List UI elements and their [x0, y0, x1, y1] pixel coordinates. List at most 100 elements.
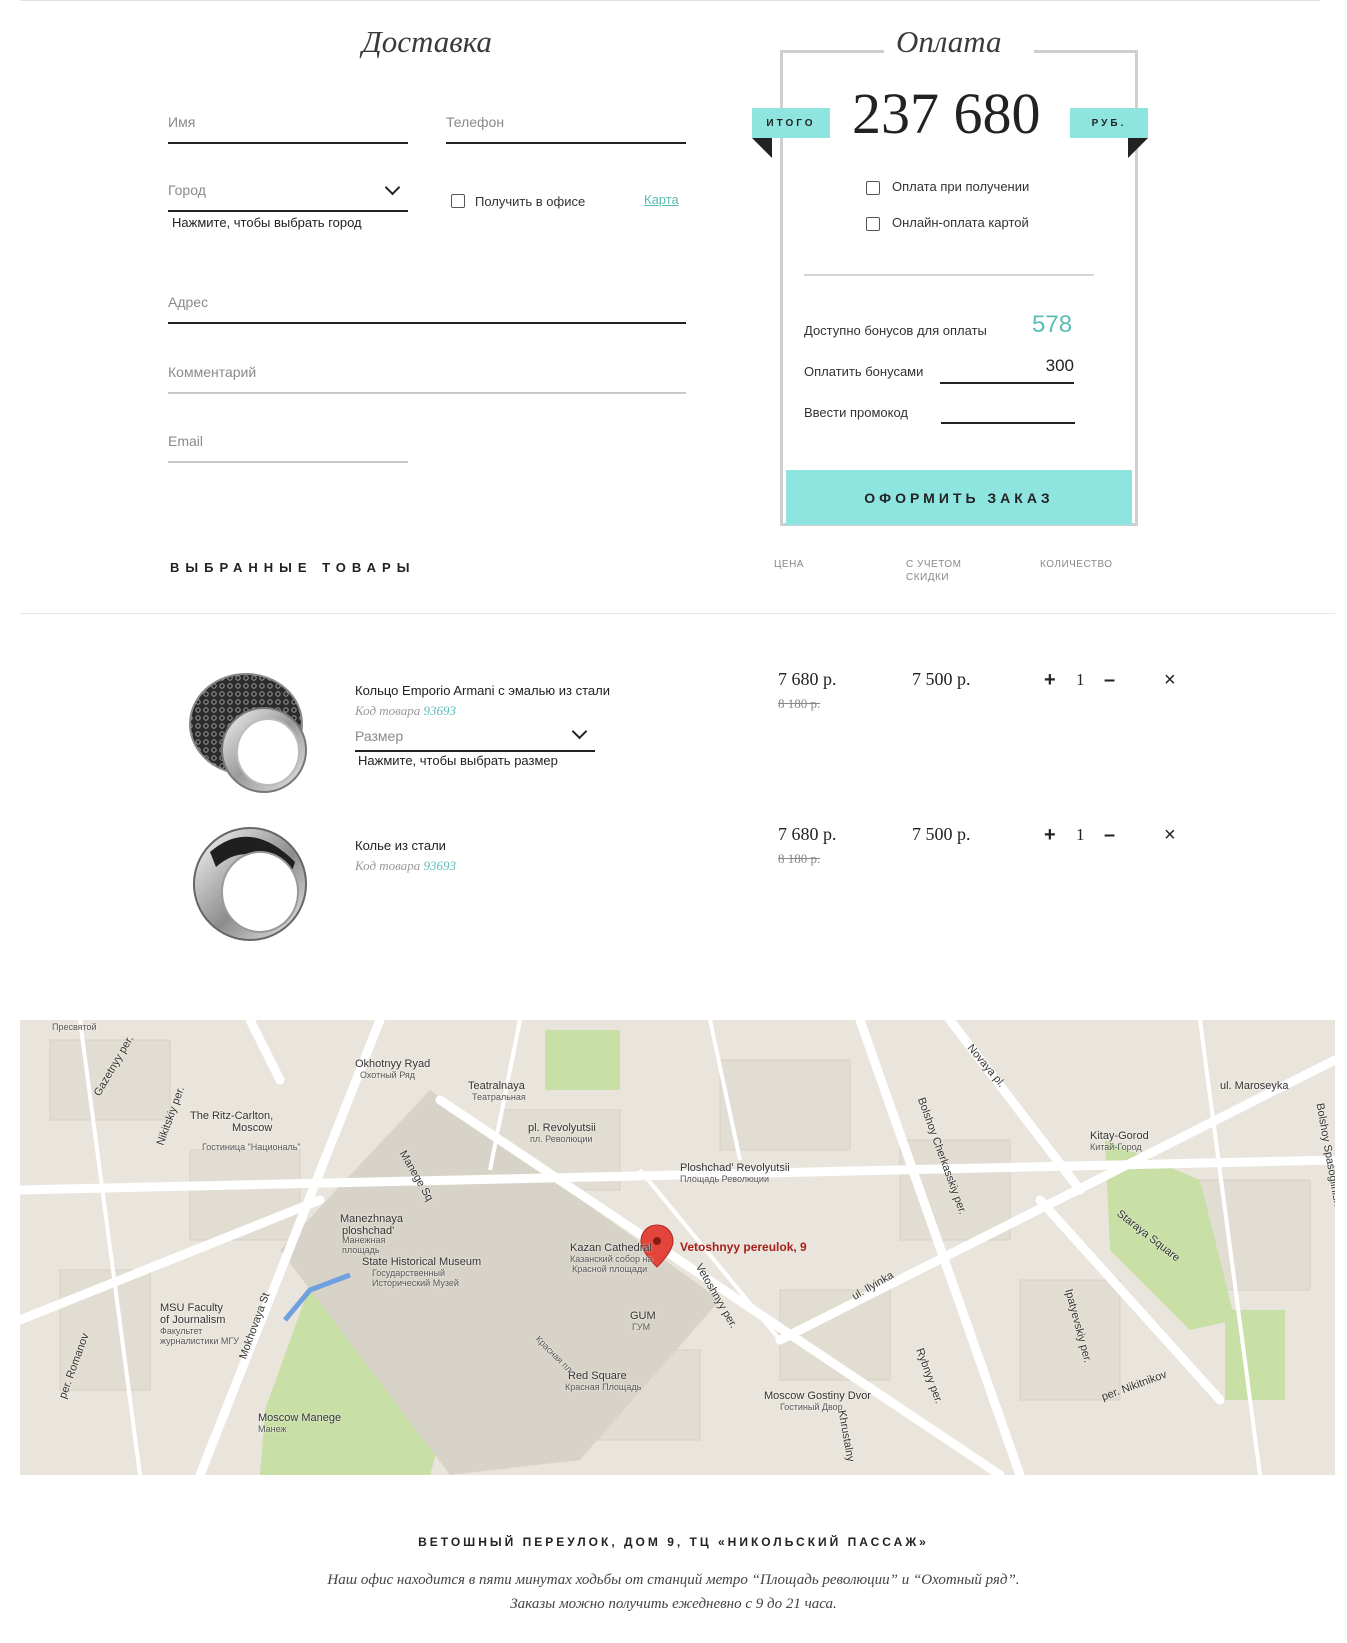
- map-label: Красная Площадь: [565, 1382, 642, 1392]
- map-label: Красной площади: [572, 1264, 648, 1274]
- comment-label: Комментарий: [168, 364, 257, 380]
- ribbon-fold-left: [752, 138, 772, 158]
- office-checkbox[interactable]: [451, 194, 465, 208]
- map-label: Манеж: [258, 1424, 287, 1434]
- qty-plus-button[interactable]: +: [1044, 670, 1056, 690]
- map-label: Пресвятой: [52, 1022, 97, 1032]
- map-link[interactable]: Карта: [644, 192, 679, 207]
- map-label: ul. Maroseyka: [1220, 1080, 1289, 1092]
- office-note-line1: Наш офис находится в пяти минутах ходьбы…: [327, 1572, 1020, 1588]
- name-field[interactable]: Имя: [168, 108, 408, 144]
- product-code-value: 93693: [423, 703, 457, 718]
- item-old-price: 8 180 р.: [778, 851, 821, 866]
- map-label: Факультет: [160, 1326, 203, 1336]
- payment-title: Оплата: [896, 24, 1002, 59]
- item-price: 7 680 р.: [778, 824, 837, 844]
- map-canvas: [20, 1020, 1335, 1475]
- email-field[interactable]: Email: [168, 427, 408, 463]
- bonus-pay-label: Оплатить бонусами: [804, 364, 924, 379]
- product-image-necklace: [193, 827, 307, 941]
- chevron-down-icon: [571, 723, 588, 740]
- goods-title: ВЫБРАННЫЕ ТОВАРЫ: [170, 560, 416, 575]
- office-note: Наш офис находится в пяти минутах ходьбы…: [0, 1568, 1347, 1616]
- office-note-line2: Заказы можно получить ежедневно с 9 до 2…: [510, 1596, 837, 1612]
- product-image-ring: [189, 673, 307, 793]
- product-name[interactable]: Колье из стали: [355, 838, 446, 853]
- phone-field[interactable]: Телефон: [446, 108, 686, 144]
- map-label: журналистики МГУ: [160, 1336, 239, 1346]
- payment-divider: [804, 274, 1094, 276]
- map-label: Kazan Cathedral: [570, 1242, 652, 1254]
- product-code-label: Код товара: [355, 858, 421, 873]
- city-select[interactable]: Город: [168, 178, 408, 212]
- name-label: Имя: [168, 114, 196, 130]
- bonus-available-label: Доступно бонусов для оплаты: [804, 323, 987, 338]
- map-label: пл. Революции: [530, 1134, 593, 1144]
- total-ribbon-right: РУБ.: [1070, 108, 1148, 138]
- col-discount: С УЧЕТОМ СКИДКИ: [906, 559, 962, 583]
- map-label: Okhotnyy Ryad: [355, 1058, 431, 1070]
- location-map[interactable]: Vetoshnyy pereulok, 9 Okhotnyy Ryad Охотн…: [20, 1020, 1335, 1475]
- product-code-value: 93693: [423, 858, 457, 873]
- product-code-label: Код товара: [355, 703, 421, 718]
- remove-item-button[interactable]: ×: [1164, 825, 1176, 845]
- total-label: ИТОГО: [766, 117, 816, 129]
- pay-cash-checkbox[interactable]: [866, 181, 880, 195]
- col-price: ЦЕНА: [774, 559, 804, 570]
- qty-minus-button[interactable]: –: [1104, 670, 1115, 690]
- city-hint: Нажмите, чтобы выбрать город: [172, 215, 362, 230]
- promo-input[interactable]: [941, 398, 1075, 424]
- qty-value[interactable]: 1: [1076, 825, 1085, 845]
- promo-label: Ввести промокод: [804, 405, 909, 420]
- map-label: Манежная: [342, 1235, 386, 1245]
- goods-divider: [20, 613, 1335, 614]
- phone-label: Телефон: [446, 114, 505, 130]
- map-label: Китай-Город: [1090, 1142, 1142, 1152]
- map-label: Исторический Музей: [372, 1278, 459, 1288]
- address-field[interactable]: Адрес: [168, 288, 686, 324]
- qty-value[interactable]: 1: [1076, 670, 1085, 690]
- qty-plus-button[interactable]: +: [1044, 825, 1056, 845]
- top-divider: [20, 0, 1320, 1]
- city-label: Город: [168, 182, 206, 198]
- size-hint: Нажмите, чтобы выбрать размер: [358, 753, 558, 768]
- pay-card-checkbox[interactable]: [866, 217, 880, 231]
- size-select[interactable]: Размер: [355, 722, 595, 752]
- product-code: Код товара 93693: [355, 703, 456, 719]
- address-label: Адрес: [168, 294, 209, 310]
- col-qty: КОЛИЧЕСТВО: [1040, 559, 1113, 570]
- bonus-pay-input[interactable]: 300: [940, 356, 1074, 384]
- ribbon-fold-right: [1128, 138, 1148, 158]
- product-name[interactable]: Кольцо Emporio Armani с эмалью из стали: [355, 683, 610, 698]
- item-discount-price: 7 500 р.: [912, 824, 971, 844]
- total-ribbon-left: ИТОГО: [752, 108, 830, 138]
- size-label: Размер: [355, 728, 404, 744]
- map-label: Ploshchad' Revolyutsii: [680, 1162, 790, 1174]
- office-checkbox-label: Получить в офисе: [475, 194, 586, 209]
- map-label: Охотный Ряд: [360, 1070, 416, 1080]
- map-label: MSU Faculty: [160, 1302, 223, 1314]
- map-label: Teatralnaya: [468, 1080, 525, 1092]
- map-label: Manezhnaya: [340, 1213, 403, 1225]
- delivery-title: Доставка: [362, 24, 492, 59]
- qty-minus-button[interactable]: –: [1104, 825, 1115, 845]
- bonus-available-value: 578: [1032, 311, 1073, 338]
- pay-cash-label: Оплата при получении: [892, 179, 1030, 194]
- map-label: ГУМ: [632, 1322, 651, 1332]
- email-label: Email: [168, 433, 204, 449]
- map-label: State Historical Museum: [362, 1256, 482, 1268]
- map-label: GUM: [630, 1310, 656, 1322]
- pay-card-label: Онлайн-оплата картой: [892, 215, 1029, 230]
- map-label: Moscow Gostiny Dvor: [764, 1390, 871, 1402]
- product-code: Код товара 93693: [355, 858, 456, 874]
- item-discount-price: 7 500 р.: [912, 669, 971, 689]
- submit-order-button[interactable]: ОФОРМИТЬ ЗАКАЗ: [786, 470, 1132, 525]
- map-label: Государственный: [372, 1268, 445, 1278]
- chevron-down-icon: [384, 179, 401, 196]
- map-label: Гостиный Двор: [780, 1402, 843, 1412]
- comment-field[interactable]: Комментарий: [168, 358, 686, 394]
- order-total: 237 680: [852, 81, 1041, 146]
- remove-item-button[interactable]: ×: [1164, 670, 1176, 690]
- map-label: of Journalism: [160, 1314, 226, 1326]
- map-marker-label[interactable]: Vetoshnyy pereulok, 9: [680, 1240, 807, 1254]
